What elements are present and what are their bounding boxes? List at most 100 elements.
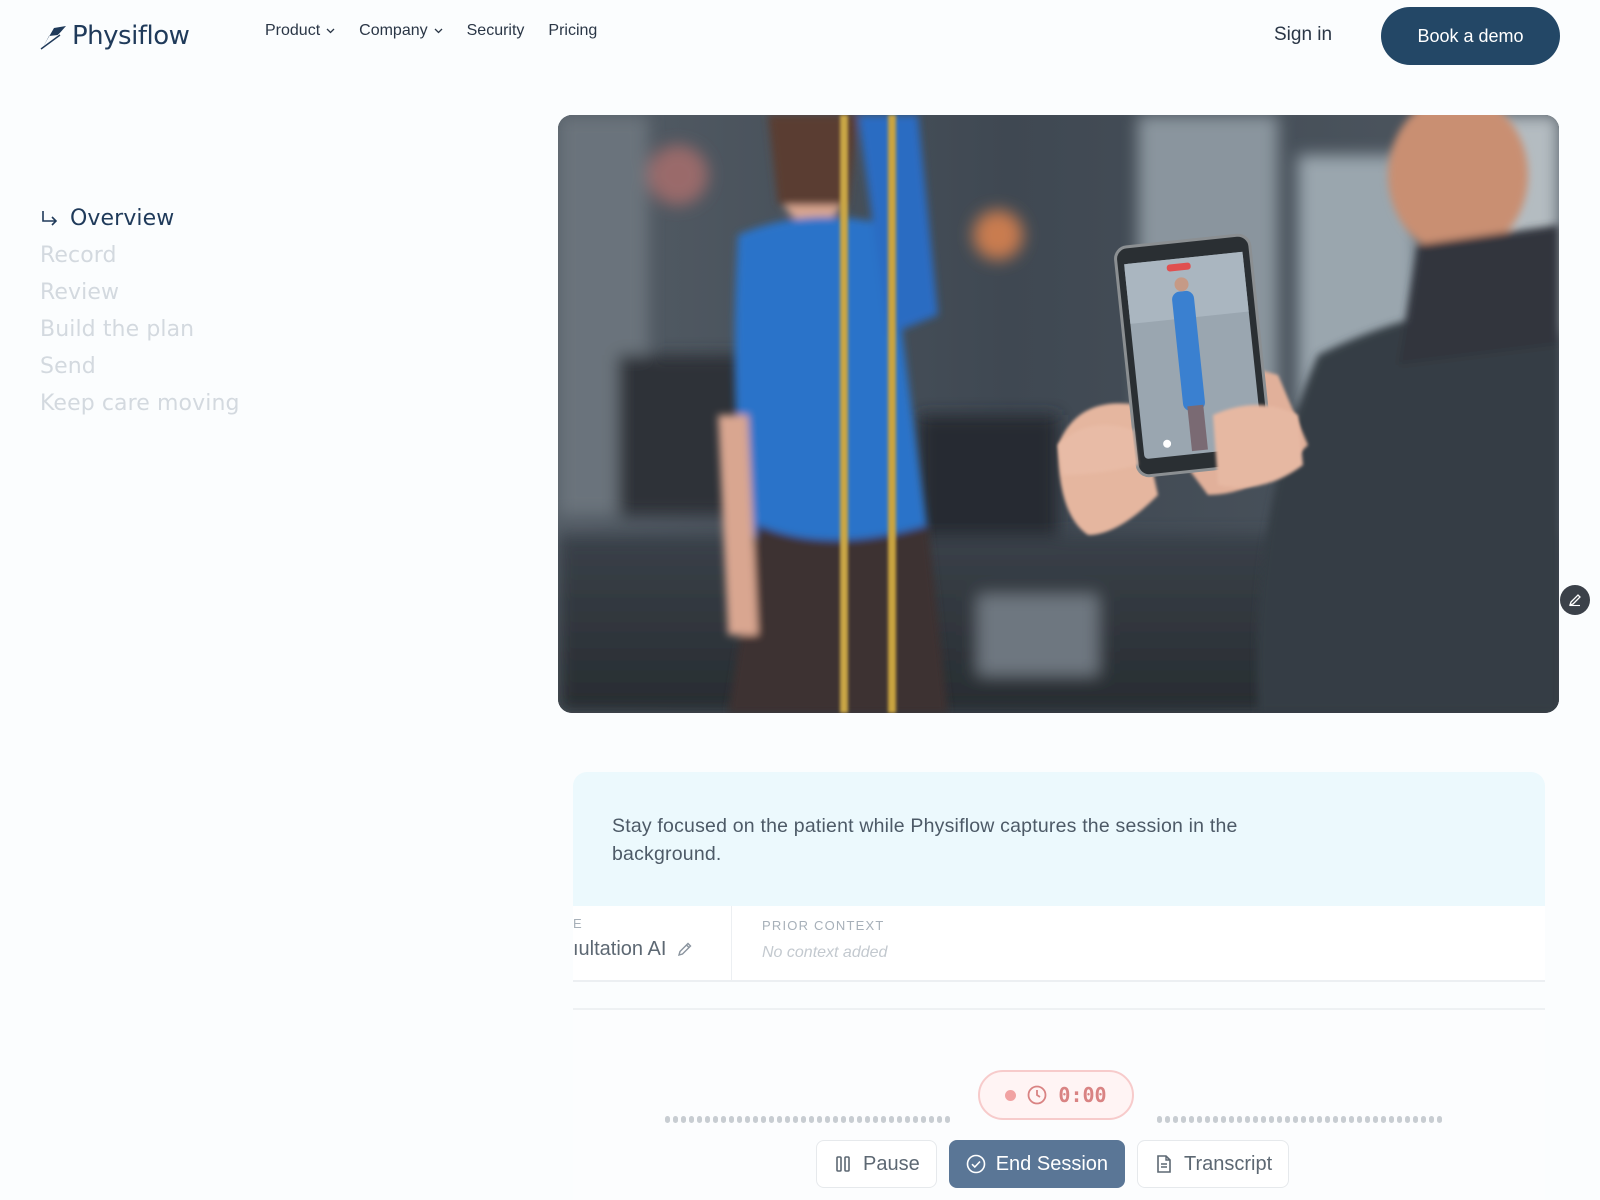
check-circle-icon <box>966 1154 986 1174</box>
waveform-left <box>665 1116 950 1124</box>
waveform-bar <box>697 1116 702 1123</box>
transcript-button[interactable]: Transcript <box>1137 1140 1290 1188</box>
nav-product[interactable]: Product <box>265 22 335 40</box>
nav-company-label: Company <box>359 22 428 39</box>
waveform-bar <box>865 1116 870 1123</box>
waveform-bar <box>1429 1116 1434 1123</box>
waveform-bar <box>785 1116 790 1123</box>
pause-button[interactable]: Pause <box>816 1140 937 1188</box>
waveform-bar <box>689 1116 694 1123</box>
hero-video[interactable] <box>558 115 1559 713</box>
prior-context-value[interactable]: No context added <box>762 944 887 962</box>
waveform-bar <box>1285 1116 1290 1123</box>
waveform-bar <box>881 1116 886 1123</box>
prior-context-label: PRIOR CONTEXT <box>762 918 885 933</box>
steps-nav: Overview Record Review Build the plan Se… <box>40 200 240 422</box>
waveform-bar <box>1421 1116 1426 1123</box>
nav-security[interactable]: Security <box>467 22 525 40</box>
waveform-bar <box>1277 1116 1282 1123</box>
nav-product-label: Product <box>265 22 321 39</box>
waveform-bar <box>737 1116 742 1123</box>
waveform-bar <box>1261 1116 1266 1123</box>
waveform-bar <box>841 1116 846 1123</box>
waveform-bar <box>1309 1116 1314 1123</box>
waveform-bar <box>1325 1116 1330 1123</box>
step-keep-care-moving[interactable]: Keep care moving <box>40 385 240 422</box>
logo-mark-icon <box>40 26 66 50</box>
step-review[interactable]: Review <box>40 274 240 311</box>
step-record[interactable]: Record <box>40 237 240 274</box>
end-session-button[interactable]: End Session <box>948 1140 1126 1188</box>
step-send[interactable]: Send <box>40 348 240 385</box>
waveform-bar <box>1389 1116 1394 1123</box>
waveform-bar <box>681 1116 686 1123</box>
waveform-bar <box>761 1116 766 1123</box>
waveform-bar <box>833 1116 838 1123</box>
waveform-bar <box>793 1116 798 1123</box>
waveform-bar <box>945 1116 950 1123</box>
waveform-bar <box>1437 1116 1442 1123</box>
session-type-value[interactable]: ıultation AI <box>573 938 693 961</box>
waveform-bar <box>1293 1116 1298 1123</box>
pencil-icon[interactable] <box>676 941 693 958</box>
sign-in-link[interactable]: Sign in <box>1274 24 1332 46</box>
waveform-bar <box>729 1116 734 1123</box>
waveform-bar <box>1213 1116 1218 1123</box>
pause-label: Pause <box>863 1152 920 1175</box>
waveform-bar <box>1365 1116 1370 1123</box>
book-demo-button[interactable]: Book a demo <box>1381 7 1560 65</box>
return-arrow-icon <box>42 210 58 226</box>
waveform-bar <box>1157 1116 1162 1123</box>
step-build-plan[interactable]: Build the plan <box>40 311 240 348</box>
waveform-bar <box>937 1116 942 1123</box>
waveform-bar <box>1189 1116 1194 1123</box>
waveform-bar <box>665 1116 670 1123</box>
waveform-bar <box>817 1116 822 1123</box>
waveform-bar <box>1269 1116 1274 1123</box>
waveform-bar <box>1397 1116 1402 1123</box>
end-session-label: End Session <box>995 1152 1109 1175</box>
step-overview[interactable]: Overview <box>40 200 240 237</box>
waveform-bar <box>801 1116 806 1123</box>
chevron-down-icon <box>326 28 335 34</box>
timer-value: 0:00 <box>1058 1083 1107 1107</box>
step-overview-label: Overview <box>70 206 175 231</box>
waveform-bar <box>897 1116 902 1123</box>
video-frame-illustration <box>558 115 1559 713</box>
waveform-bar <box>777 1116 782 1123</box>
session-preview-card: Stay focused on the patient while Physif… <box>573 772 1545 1200</box>
waveform-bar <box>1413 1116 1418 1123</box>
nav-company[interactable]: Company <box>359 22 443 40</box>
waveform-bar <box>721 1116 726 1123</box>
waveform-bar <box>929 1116 934 1123</box>
waveform-bar <box>1181 1116 1186 1123</box>
edit-fab-button[interactable] <box>1560 585 1590 615</box>
waveform-bar <box>1333 1116 1338 1123</box>
waveform-bar <box>1381 1116 1386 1123</box>
waveform-bar <box>1405 1116 1410 1123</box>
clock-icon <box>1028 1085 1047 1105</box>
waveform-bar <box>857 1116 862 1123</box>
waveform-bar <box>921 1116 926 1123</box>
waveform-bar <box>1253 1116 1258 1123</box>
main-nav: Product Company Security Pricing <box>265 22 597 40</box>
session-context-row: E ıultation AI PRIOR CONTEXT No context … <box>573 906 1545 982</box>
waveform-bar <box>1301 1116 1306 1123</box>
waveform-bar <box>769 1116 774 1123</box>
waveform-bar <box>1373 1116 1378 1123</box>
waveform-bar <box>673 1116 678 1123</box>
session-type-text: ıultation AI <box>573 938 667 960</box>
waveform-bar <box>809 1116 814 1123</box>
waveform-bar <box>1341 1116 1346 1123</box>
waveform-right <box>1157 1116 1442 1124</box>
session-type-label: E <box>573 916 583 931</box>
waveform-bar <box>873 1116 878 1123</box>
edit-icon <box>1568 594 1581 607</box>
waveform-bar <box>1357 1116 1362 1123</box>
nav-pricing[interactable]: Pricing <box>548 22 597 40</box>
waveform-bar <box>705 1116 710 1123</box>
session-controls: Pause End Session Transcript <box>816 1140 1290 1188</box>
waveform-bar <box>889 1116 894 1123</box>
document-icon <box>1157 1155 1171 1173</box>
brand-logo[interactable]: Physiflow <box>40 18 190 54</box>
